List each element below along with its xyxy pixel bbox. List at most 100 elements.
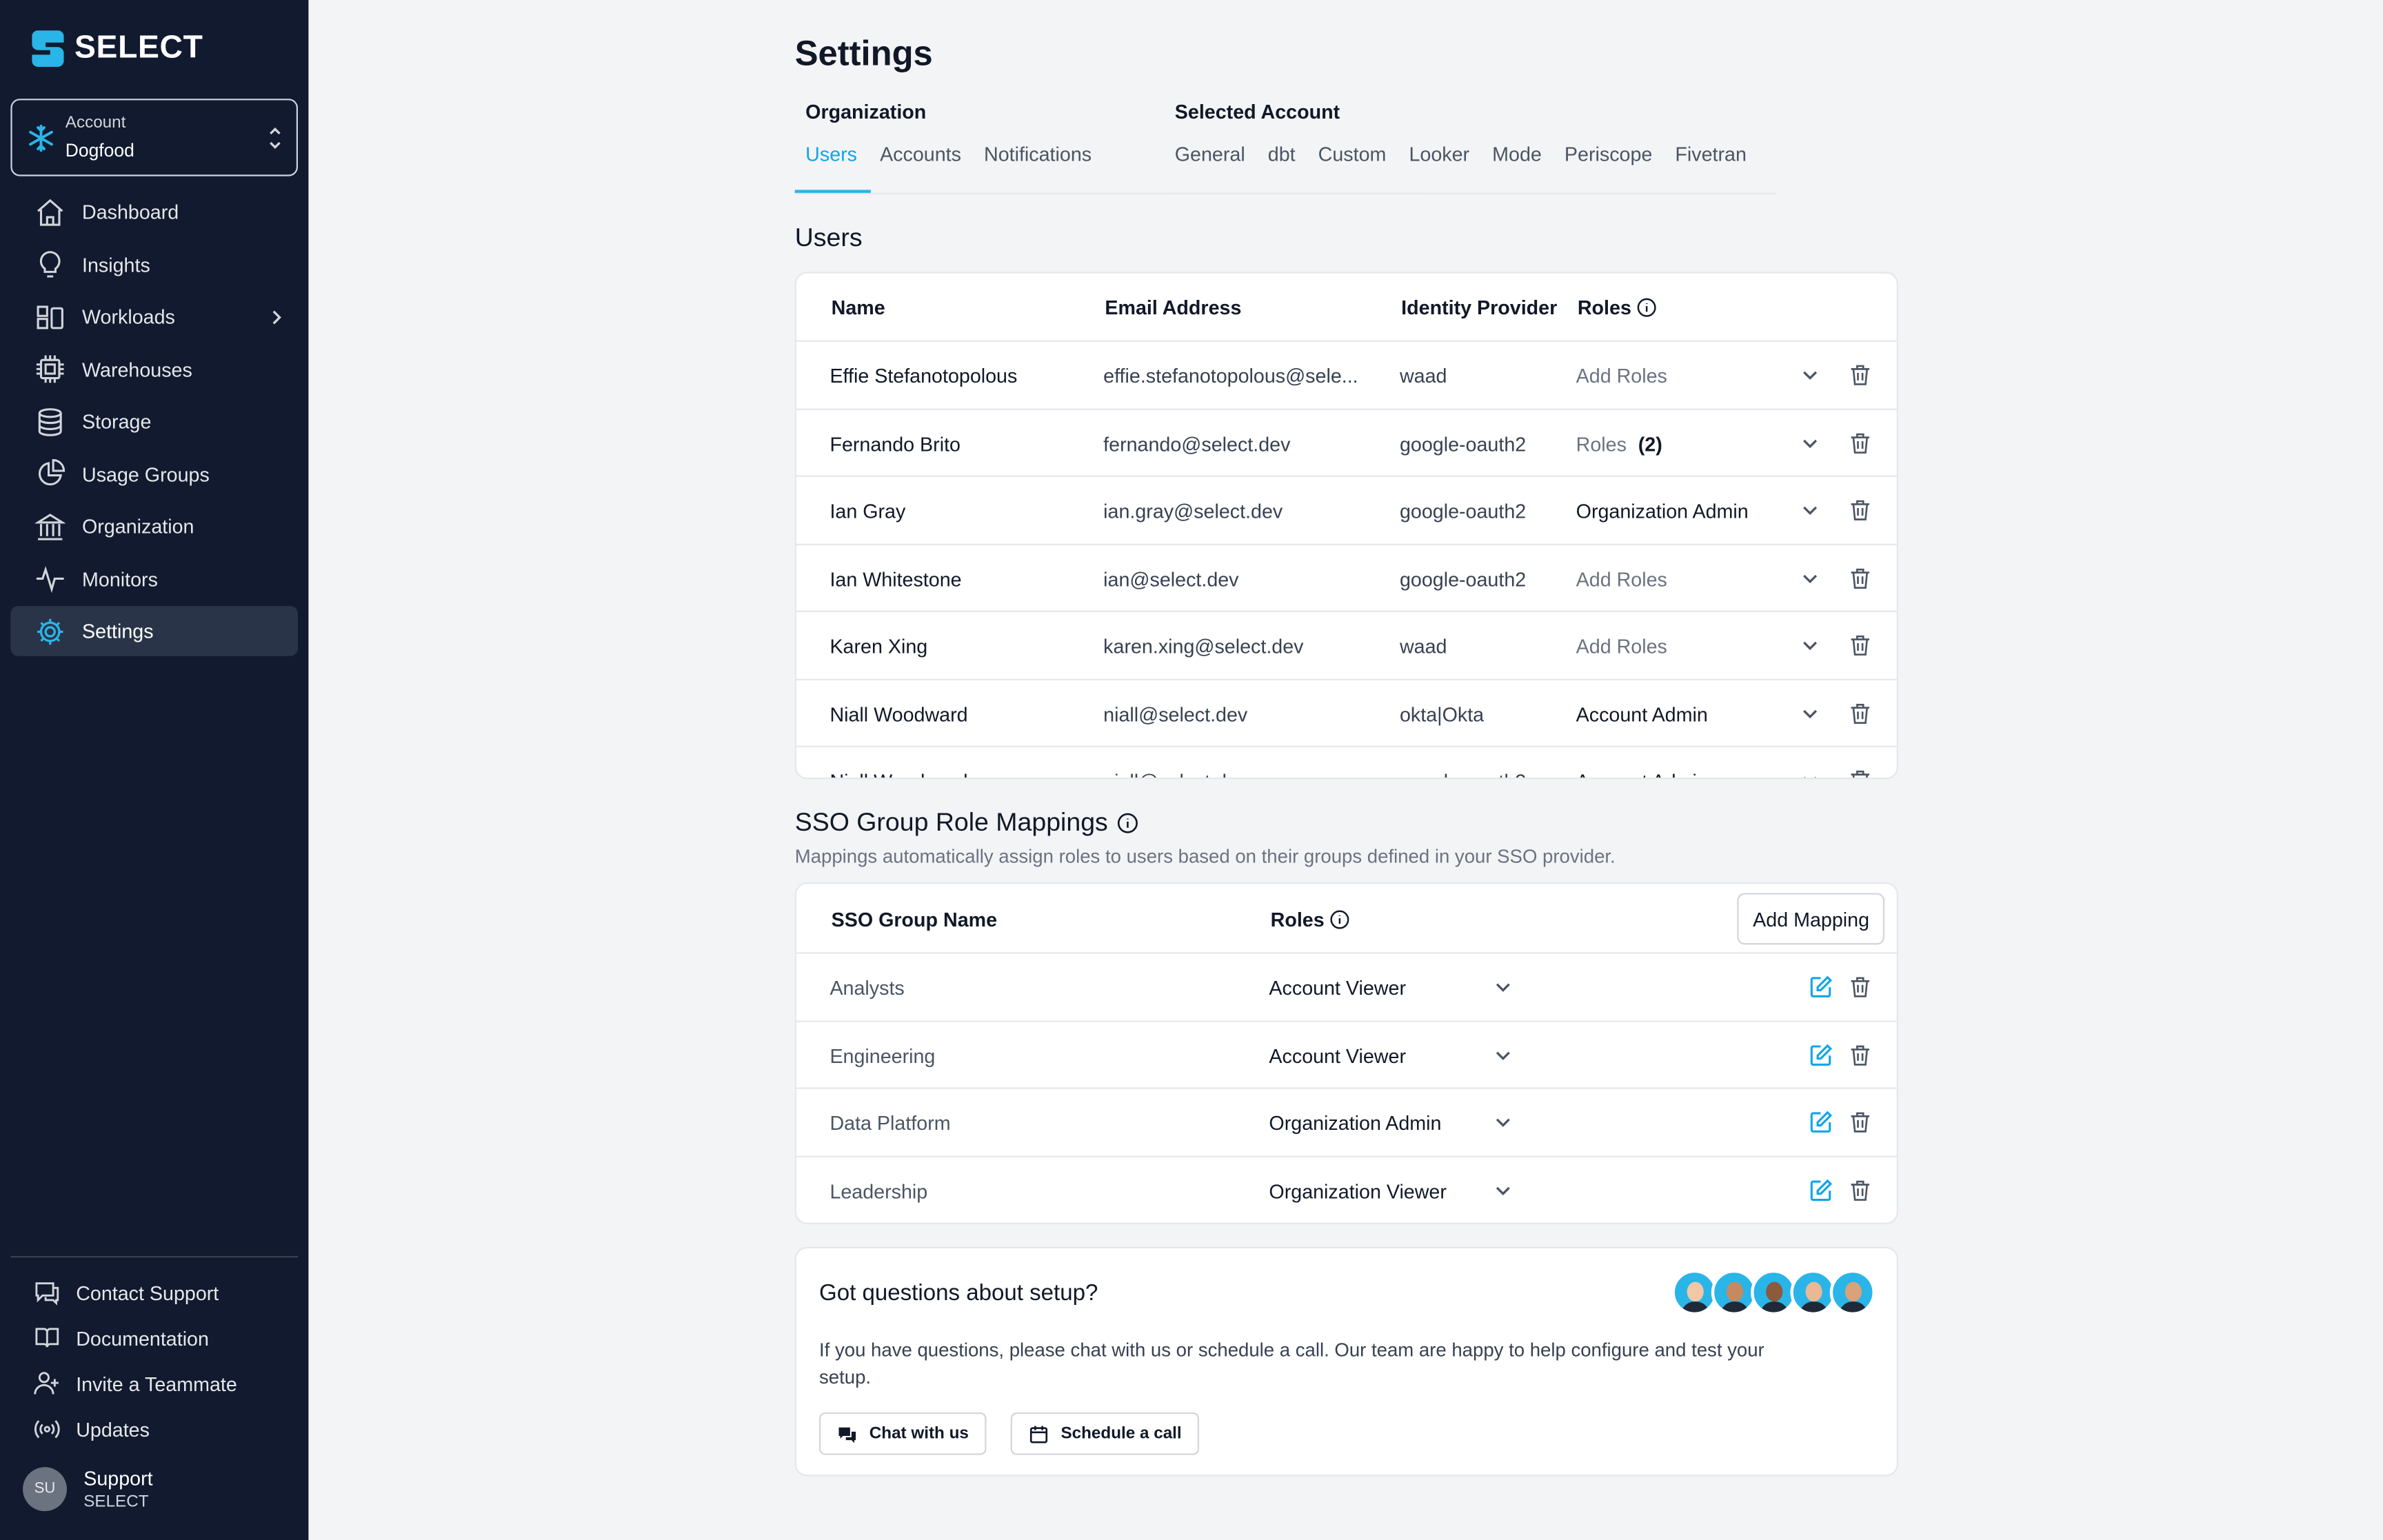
help-title: Got questions about setup? [819, 1280, 1098, 1306]
sidebar-item-label: Organization [82, 514, 194, 538]
chevron-down-icon[interactable] [1798, 634, 1822, 658]
tab-fivetran[interactable]: Fivetran [1675, 143, 1747, 193]
chevron-down-icon[interactable] [1798, 566, 1822, 590]
chevron-down-icon[interactable] [1491, 1178, 1515, 1202]
sidebar-item-storage[interactable]: Storage [10, 396, 298, 447]
invite-teammate-link[interactable]: Invite a Teammate [10, 1361, 298, 1406]
tab-dbt[interactable]: dbt [1268, 143, 1296, 193]
chevron-down-icon[interactable] [1798, 701, 1822, 725]
trash-icon[interactable] [1848, 431, 1872, 455]
user-email-cell: ian@select.dev [1103, 567, 1239, 590]
table-row: Ian Gray ian.gray@select.dev google-oauth2… [796, 477, 1897, 545]
sidebar-item-usage-groups[interactable]: Usage Groups [10, 449, 298, 499]
role-select[interactable]: Account Viewer [1269, 1044, 1406, 1067]
team-avatar [1671, 1269, 1718, 1315]
schedule-call-button[interactable]: Schedule a call [1010, 1412, 1200, 1455]
tab-general[interactable]: General [1175, 143, 1245, 193]
workloads-icon [37, 305, 63, 329]
organization-tabs-label: Organization [805, 100, 927, 123]
trash-icon[interactable] [1848, 634, 1872, 658]
chevron-down-icon[interactable] [1798, 363, 1822, 387]
call-button-label: Schedule a call [1060, 1424, 1182, 1443]
trash-icon[interactable] [1848, 975, 1872, 999]
brand-logo[interactable]: SELECT [32, 30, 203, 67]
chevron-right-icon [272, 310, 281, 324]
chevron-down-icon[interactable] [1798, 498, 1822, 523]
info-icon[interactable] [1330, 910, 1350, 930]
roles-select-value: Roles [1576, 432, 1627, 455]
help-card: Got questions about setup? If you have q… [794, 1246, 1898, 1477]
sidebar-nav: Dashboard Insights Workloads Warehouses … [10, 187, 299, 658]
edit-icon[interactable] [1809, 1178, 1833, 1202]
documentation-link[interactable]: Documentation [10, 1315, 298, 1361]
trash-icon[interactable] [1848, 1111, 1872, 1135]
column-header-name: Name [831, 296, 885, 319]
sidebar-item-dashboard[interactable]: Dashboard [10, 187, 298, 237]
trash-icon[interactable] [1848, 1042, 1872, 1066]
account-label: Account [65, 114, 126, 132]
chevron-down-icon[interactable] [1491, 1042, 1515, 1066]
roles-select[interactable]: Organization Admin [1576, 500, 1749, 523]
role-select[interactable]: Organization Admin [1269, 1112, 1441, 1135]
user-email-cell: fernando@select.dev [1103, 432, 1291, 455]
sidebar-item-organization[interactable]: Organization [10, 501, 298, 551]
roles-select[interactable]: Add Roles [1576, 365, 1667, 387]
sidebar-item-insights[interactable]: Insights [10, 239, 298, 290]
bank-icon [34, 512, 66, 540]
sidebar-item-label: Warehouses [82, 357, 192, 381]
account-tabs-label: Selected Account [1174, 100, 1340, 123]
sidebar-item-workloads[interactable]: Workloads [10, 292, 298, 342]
sidebar-item-label: Usage Groups [82, 462, 210, 485]
sidebar-item-settings[interactable]: Settings [10, 606, 299, 656]
trash-icon[interactable] [1848, 363, 1872, 387]
contact-support-link[interactable]: Contact Support [10, 1270, 298, 1315]
tab-notifications[interactable]: Notifications [984, 143, 1092, 193]
sidebar-item-warehouses[interactable]: Warehouses [10, 344, 298, 394]
sso-title-text: SSO Group Role Mappings [794, 808, 1108, 837]
chevron-down-icon[interactable] [1798, 769, 1822, 778]
account-selector[interactable]: Account Dogfood [10, 99, 299, 176]
chevron-down-icon[interactable] [1798, 431, 1822, 455]
edit-icon[interactable] [1809, 1111, 1833, 1135]
chevron-down-icon[interactable] [1491, 1111, 1515, 1135]
tab-accounts[interactable]: Accounts [880, 143, 961, 193]
user-profile[interactable]: SU Support SELECT [23, 1467, 153, 1512]
info-icon[interactable] [1638, 298, 1658, 318]
roles-select[interactable]: Add Roles [1576, 567, 1667, 590]
updates-link[interactable]: Updates [10, 1406, 298, 1452]
user-name-cell: Niall Woodward [829, 770, 967, 778]
roles-select[interactable]: Account Admin [1576, 770, 1708, 778]
users-section-title: Users [794, 223, 863, 252]
roles-select[interactable]: Add Roles [1576, 635, 1667, 658]
edit-icon[interactable] [1809, 1042, 1833, 1066]
trash-icon[interactable] [1848, 498, 1872, 523]
page-title: Settings [794, 33, 933, 73]
chevron-down-icon[interactable] [1491, 975, 1515, 999]
trash-icon[interactable] [1848, 701, 1872, 725]
info-icon[interactable] [1117, 813, 1138, 834]
roles-select[interactable]: Roles (2) [1576, 432, 1662, 455]
user-idp-cell: waad [1399, 634, 1447, 658]
edit-icon[interactable] [1809, 975, 1833, 999]
trash-icon[interactable] [1848, 1178, 1872, 1202]
sidebar-item-monitors[interactable]: Monitors [10, 554, 298, 604]
role-select[interactable]: Account Viewer [1269, 977, 1406, 1000]
column-header-sso-group: SSO Group Name [831, 908, 998, 931]
trash-icon[interactable] [1848, 566, 1872, 590]
add-mapping-button[interactable]: Add Mapping [1738, 893, 1885, 945]
tab-users[interactable]: Users [805, 143, 857, 193]
tab-mode[interactable]: Mode [1492, 143, 1542, 193]
user-name-cell: Ian Whitestone [829, 567, 962, 590]
tab-custom[interactable]: Custom [1318, 143, 1387, 193]
trash-icon[interactable] [1848, 769, 1872, 778]
chat-with-us-button[interactable]: Chat with us [819, 1412, 987, 1455]
tab-periscope[interactable]: Periscope [1565, 143, 1652, 193]
sidebar-item-label: Dashboard [82, 200, 179, 223]
roles-header-label: Roles [1270, 908, 1325, 931]
sidebar-divider [10, 1256, 299, 1258]
roles-select[interactable]: Account Admin [1576, 702, 1708, 725]
tab-looker[interactable]: Looker [1409, 143, 1469, 193]
tabs-underline [1164, 192, 1777, 195]
team-avatar [1711, 1269, 1757, 1315]
role-select[interactable]: Organization Viewer [1269, 1179, 1447, 1202]
